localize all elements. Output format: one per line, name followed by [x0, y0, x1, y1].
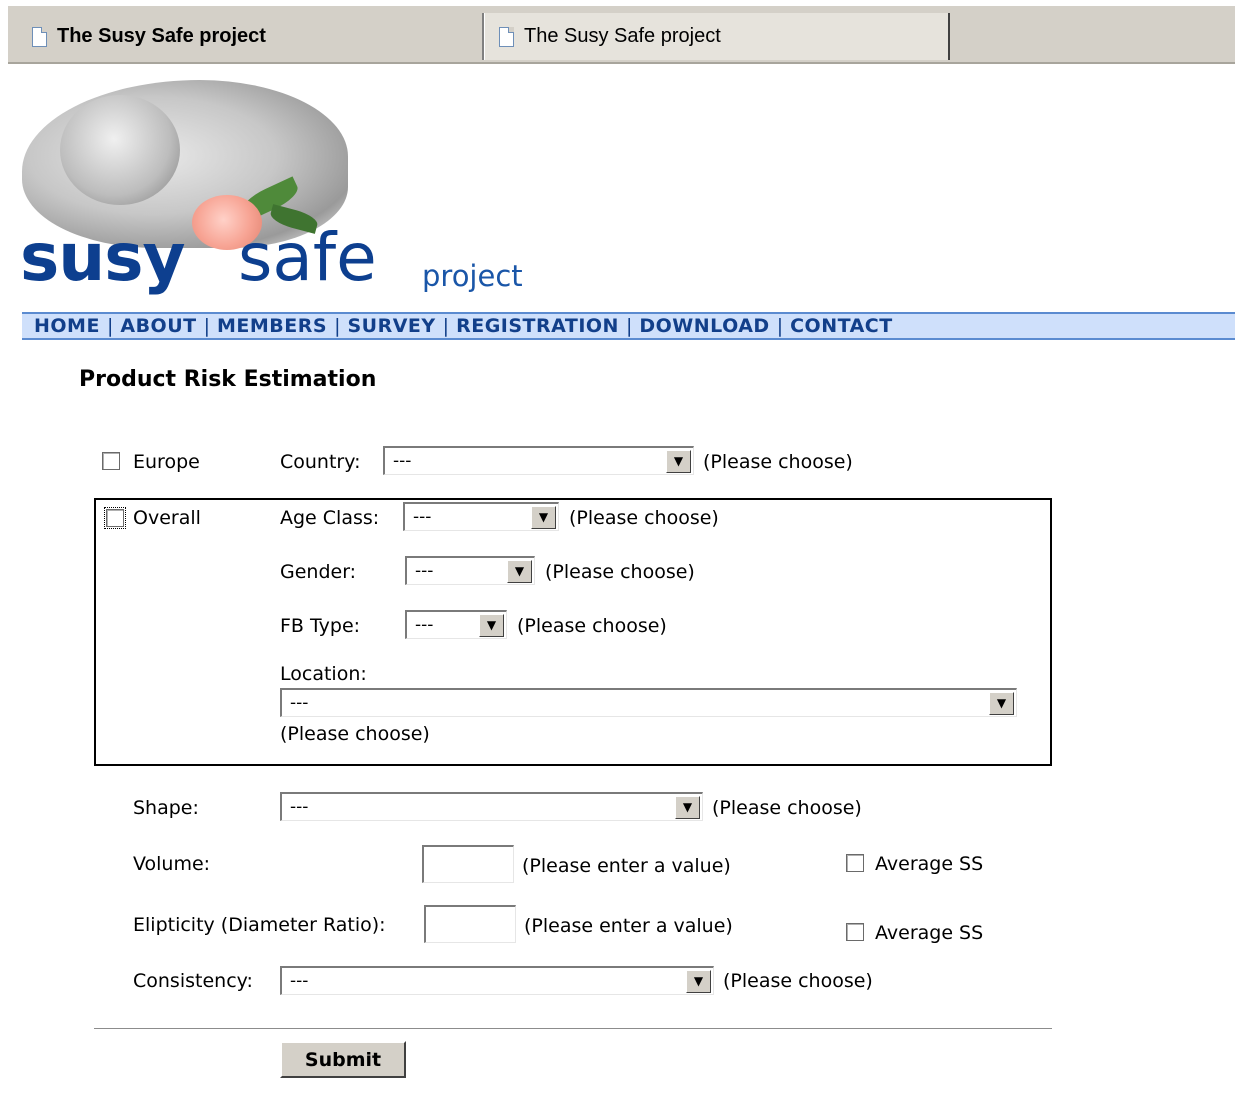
logo-text-safe: safe	[238, 219, 377, 296]
location-select[interactable]: --- ▼	[280, 688, 1017, 717]
logo-text-project: project	[422, 259, 523, 293]
page-icon	[32, 26, 47, 47]
browser-tab-bar: The Susy Safe project The Susy Safe proj…	[8, 6, 1235, 64]
nav-about[interactable]: ABOUT	[120, 315, 196, 337]
dropdown-arrow-icon: ▼	[989, 691, 1014, 715]
consistency-select[interactable]: --- ▼	[280, 966, 714, 995]
shape-select-value: ---	[290, 797, 309, 817]
shape-label: Shape:	[133, 797, 199, 819]
age-class-select[interactable]: --- ▼	[403, 502, 559, 531]
nav-registration[interactable]: REGISTRATION	[456, 315, 619, 337]
nav-members[interactable]: MEMBERS	[217, 315, 327, 337]
shape-hint: (Please choose)	[712, 797, 862, 819]
baby-photo-head	[60, 95, 180, 205]
country-hint: (Please choose)	[703, 451, 853, 473]
tab-susy-safe-1[interactable]: The Susy Safe project	[18, 13, 484, 60]
consistency-select-value: ---	[290, 971, 309, 991]
country-select-value: ---	[393, 451, 412, 471]
fb-type-select[interactable]: --- ▼	[405, 610, 507, 639]
volume-hint: (Please enter a value)	[522, 855, 731, 877]
ellipticity-input[interactable]	[424, 905, 516, 943]
nav-contact[interactable]: CONTACT	[790, 315, 893, 337]
dropdown-arrow-icon: ▼	[675, 795, 700, 819]
dropdown-arrow-icon: ▼	[479, 613, 504, 637]
ellipticity-label: Elipticity (Diameter Ratio):	[133, 914, 386, 936]
age-class-label: Age Class:	[280, 507, 380, 529]
ellipticity-average-checkbox[interactable]	[846, 923, 864, 941]
nav-separator: |	[203, 315, 210, 337]
gender-select-value: ---	[415, 561, 434, 581]
age-class-select-value: ---	[413, 507, 432, 527]
dropdown-arrow-icon: ▼	[531, 505, 556, 529]
nav-survey[interactable]: SURVEY	[347, 315, 435, 337]
location-select-value: ---	[290, 693, 309, 713]
fb-type-label: FB Type:	[280, 615, 361, 637]
main-nav: HOME | ABOUT | MEMBERS | SURVEY | REGIST…	[22, 312, 1235, 340]
country-label: Country:	[280, 451, 361, 473]
form-divider	[94, 1028, 1052, 1029]
page-icon	[499, 26, 514, 47]
nav-separator: |	[334, 315, 341, 337]
dropdown-arrow-icon: ▼	[666, 449, 691, 473]
overall-checkbox[interactable]	[104, 507, 126, 529]
dropdown-arrow-icon: ▼	[507, 559, 532, 583]
overall-label: Overall	[133, 507, 201, 529]
shape-select[interactable]: --- ▼	[280, 792, 703, 821]
fb-type-select-value: ---	[415, 615, 434, 635]
submit-button[interactable]: Submit	[280, 1041, 406, 1078]
tab-label: The Susy Safe project	[57, 25, 266, 47]
europe-checkbox[interactable]	[102, 452, 120, 470]
location-hint: (Please choose)	[280, 723, 430, 745]
page-title: Product Risk Estimation	[79, 367, 377, 392]
gender-label: Gender:	[280, 561, 357, 583]
europe-label: Europe	[133, 451, 200, 473]
volume-input[interactable]	[422, 845, 514, 883]
volume-label: Volume:	[133, 853, 211, 875]
fb-type-hint: (Please choose)	[517, 615, 667, 637]
tab-susy-safe-2[interactable]: The Susy Safe project	[484, 13, 950, 60]
country-select[interactable]: --- ▼	[383, 446, 694, 475]
location-label: Location:	[280, 663, 367, 685]
ellipticity-hint: (Please enter a value)	[524, 915, 733, 937]
consistency-hint: (Please choose)	[723, 970, 873, 992]
nav-separator: |	[106, 315, 114, 337]
nav-separator: |	[625, 315, 633, 337]
age-class-hint: (Please choose)	[569, 507, 719, 529]
gender-hint: (Please choose)	[545, 561, 695, 583]
nav-home[interactable]: HOME	[34, 315, 100, 337]
ellipticity-average-label: Average SS	[875, 922, 984, 944]
tab-label: The Susy Safe project	[524, 25, 721, 47]
dropdown-arrow-icon: ▼	[686, 969, 711, 993]
gender-select[interactable]: --- ▼	[405, 556, 535, 585]
volume-average-label: Average SS	[875, 853, 984, 875]
logo-text-susy: susy	[20, 219, 186, 296]
volume-average-checkbox[interactable]	[846, 854, 864, 872]
consistency-label: Consistency:	[133, 970, 253, 992]
nav-separator: |	[776, 315, 784, 337]
nav-download[interactable]: DOWNLOAD	[639, 315, 769, 337]
nav-separator: |	[442, 315, 450, 337]
